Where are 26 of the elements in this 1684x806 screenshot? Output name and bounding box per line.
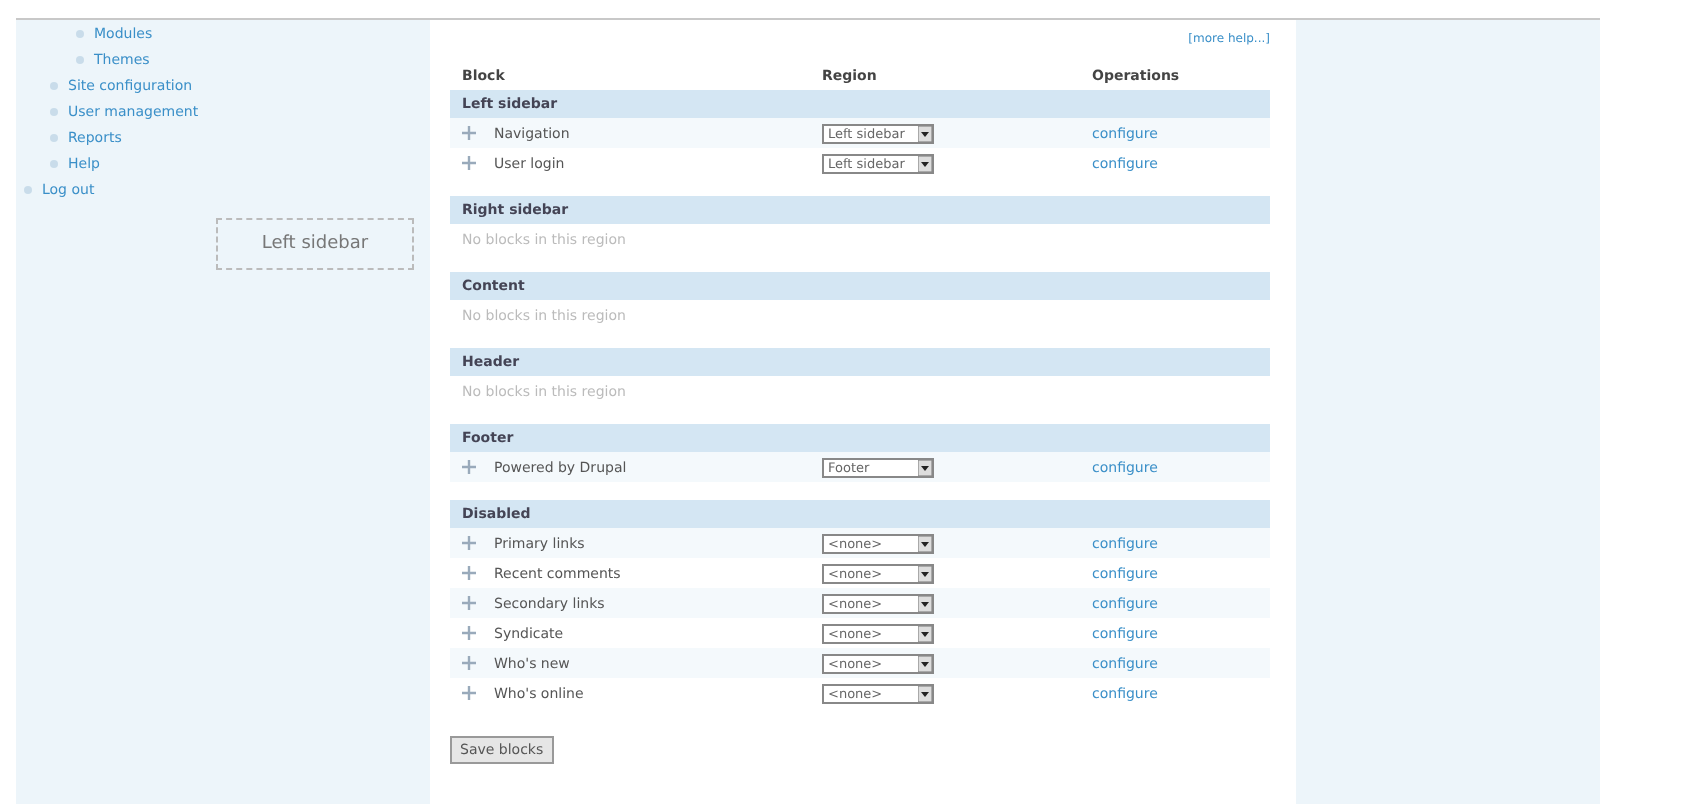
dropdown-arrow-icon[interactable] <box>918 685 932 701</box>
drag-handle-icon[interactable] <box>462 656 476 670</box>
dropdown-arrow-icon[interactable] <box>918 535 932 551</box>
bullet-icon <box>50 133 58 141</box>
drag-handle-icon[interactable] <box>462 566 476 580</box>
bullet-icon <box>50 159 58 167</box>
drag-handle-icon[interactable] <box>462 626 476 640</box>
dropdown-arrow-icon[interactable] <box>918 565 932 581</box>
bullet-icon <box>50 81 58 89</box>
bullet-icon <box>50 107 58 115</box>
drag-handle-icon[interactable] <box>462 156 476 170</box>
dropdown-arrow-icon[interactable] <box>918 459 932 475</box>
dropdown-arrow-icon[interactable] <box>918 595 932 611</box>
region-label: Left sidebar <box>261 234 369 254</box>
drag-handle-icon[interactable] <box>462 536 476 550</box>
dropdown-arrow-icon[interactable] <box>918 655 932 671</box>
drag-handle-icon[interactable] <box>462 460 476 474</box>
dropdown-arrow-icon[interactable] <box>918 625 932 641</box>
bullet-icon <box>76 55 84 63</box>
drag-handle-icon[interactable] <box>462 686 476 700</box>
dropdown-arrow-icon[interactable] <box>918 125 932 141</box>
bullet-icon <box>76 29 84 37</box>
drag-handle-icon[interactable] <box>462 126 476 140</box>
dropdown-arrow-icon[interactable] <box>918 155 932 171</box>
drag-handle-icon[interactable] <box>462 596 476 610</box>
bullet-icon <box>24 185 32 193</box>
